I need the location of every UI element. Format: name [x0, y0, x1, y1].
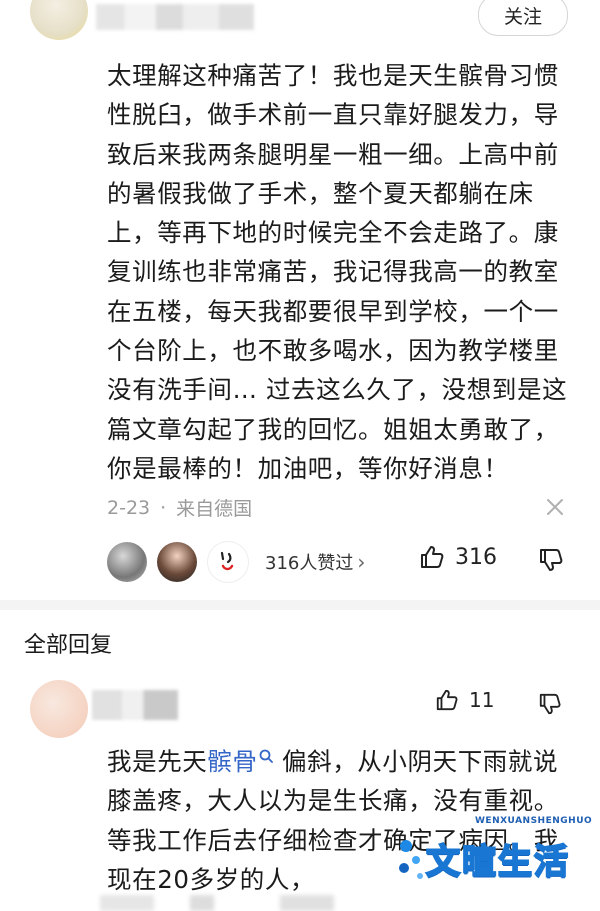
thumbs-down-icon[interactable] — [538, 692, 562, 716]
sticker-face-icon — [220, 551, 234, 571]
thumbs-down-icon[interactable] — [538, 547, 564, 573]
thumbs-up-icon — [436, 689, 458, 711]
liked-by-count[interactable]: 316人赞过 — [265, 549, 353, 575]
comment-location: 来自德国 — [176, 498, 253, 520]
all-replies-title: 全部回复 — [24, 633, 113, 658]
liker-avatar — [107, 542, 147, 582]
comment-text: 太理解这种痛苦了！我也是天生髌骨习惯性脱臼，做手术前一直只靠好腿发力，导致后来我… — [107, 61, 568, 483]
commenter-avatar[interactable] — [30, 0, 88, 40]
thumbs-up-icon — [421, 546, 444, 568]
like-count: 316 — [455, 544, 497, 570]
keyword-link[interactable]: 髌骨 — [207, 747, 257, 776]
section-divider — [0, 600, 600, 610]
reply-like-button[interactable]: 11 — [435, 688, 494, 712]
watermark-big-text: 文暄生活 — [425, 841, 570, 883]
bottom-meta-blurred — [100, 895, 400, 911]
reply-avatar[interactable] — [30, 680, 88, 738]
follow-button[interactable]: 关注 — [478, 0, 568, 36]
meta-separator: · — [160, 496, 167, 519]
comment-meta: 2-23 · 来自德国 — [107, 494, 252, 521]
reply-text-before: 我是先天 — [107, 747, 208, 776]
search-icon[interactable] — [258, 748, 274, 766]
liked-by-row[interactable]: 316人赞过 › — [107, 540, 365, 584]
reply-name-blurred — [92, 690, 178, 720]
liker-avatar — [207, 541, 249, 583]
comment-date: 2-23 — [107, 496, 151, 519]
commenter-name-blurred — [96, 4, 254, 30]
chevron-right-icon: › — [357, 550, 366, 574]
liker-avatar — [157, 542, 197, 582]
comment-header: 关注 — [0, 0, 600, 44]
watermark-logo: WENXUANSHENGHUO 文暄生活 — [392, 816, 592, 896]
watermark-small-text: WENXUANSHENGHUO — [475, 816, 593, 826]
like-button[interactable]: 316 — [419, 544, 497, 570]
close-icon[interactable] — [544, 496, 566, 518]
reply-like-count: 11 — [469, 688, 495, 712]
